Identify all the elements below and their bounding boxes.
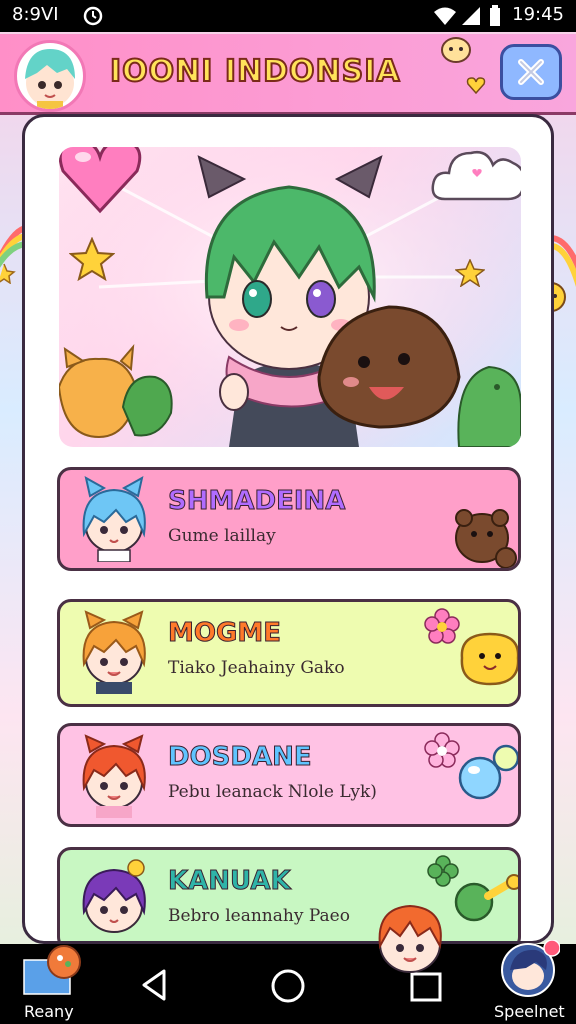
list-item[interactable]: DOSDANE Pebu leanack Nlole Lyk) [57,723,521,827]
character-name: KANUAK [168,866,292,897]
alarm-icon [82,5,104,32]
hero-illustration [59,147,521,447]
status-bar: 8:9VI 19:45 [0,0,576,32]
character-name: MOGME [168,618,282,649]
app-title: IOONI INDONSIA [109,53,401,90]
back-button[interactable] [140,968,168,1006]
key-icon [452,872,518,932]
flower-icon [424,608,460,648]
character-subtitle: Bebro leannahy Paeo [168,906,350,926]
character-subtitle: Gume laillay [168,526,276,546]
character-avatar [72,608,156,694]
star-icon [68,236,116,285]
rainbow-icon [551,230,576,294]
bottom-nav: Reany Speelnet [0,904,576,1024]
nav-right-label[interactable]: Speelnet [494,1002,565,1021]
close-button[interactable] [500,44,562,100]
main-card: SHMADEINA Gume laillay MOGME Tiako Jeaha… [22,114,554,944]
profile-avatar[interactable] [496,939,561,1002]
character-subtitle: Tiako Jeahainy Gako [168,658,345,678]
heart-balloon-icon [59,147,145,221]
list-item[interactable]: KANUAK Bebro leannahy Paeo [57,847,521,941]
profile-avatar[interactable] [14,40,86,112]
heart-icon [466,76,486,98]
character-name: SHMADEINA [167,486,346,517]
list-item[interactable]: MOGME Tiako Jeahainy Gako [57,599,521,707]
nav-left-label[interactable]: Reany [24,1002,74,1021]
status-time: 8:9VI [12,4,59,25]
cloud-icon [431,147,521,211]
status-clock: 19:45 [512,4,564,25]
battery-icon [488,5,502,32]
home-icon [271,969,305,1003]
signal-icon [460,5,482,32]
character-avatar [72,732,156,818]
star-icon [0,262,18,288]
character-avatar [72,856,156,941]
wifi-icon [432,5,458,32]
bear-icon [446,494,518,568]
character-avatar [72,476,156,563]
character-subtitle: Pebu leanack Nlole Lyk) [168,782,377,802]
bubble-icon [454,740,518,806]
sticker-icon [436,34,476,70]
star-icon [454,258,486,291]
close-icon [518,59,544,85]
character-sticker-icon [370,898,450,982]
character-name: DOSDANE [168,742,313,773]
back-icon [142,969,166,1001]
list-item[interactable]: SHMADEINA Gume laillay [57,467,521,571]
cute-blob-icon [456,628,518,692]
home-button[interactable] [270,968,306,1008]
map-icon[interactable] [20,944,90,1004]
app-header: IOONI INDONSIA [0,34,576,115]
